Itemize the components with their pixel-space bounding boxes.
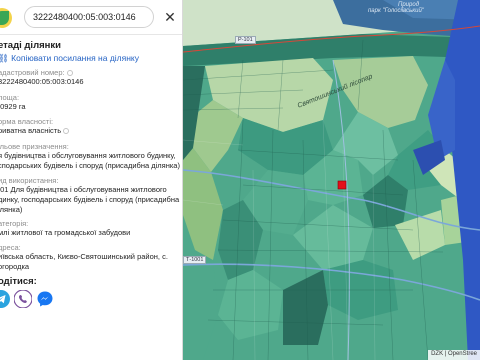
cadastral-number-value: 3222480400:05:003:0146 [0,77,84,86]
usage-label: ид використання: [0,176,59,185]
selected-parcel-marker[interactable] [337,180,347,190]
map-attribution[interactable]: DZK | OpenStree [428,350,480,360]
copy-link-label: Копіювати посилання на ділянку [11,53,139,63]
telegram-share-button[interactable] [0,290,10,308]
search-bar: ✕ [0,0,182,34]
info-icon[interactable] [63,128,70,135]
divider [0,34,182,35]
close-icon[interactable]: ✕ [162,8,178,26]
road-number-badge: Р-101 [235,36,256,44]
cadastral-number-label: адастровий номер: [0,68,73,77]
telegram-icon [0,290,10,308]
purpose-label: ільове призначення: [0,142,69,151]
category-value: млі житлової та громадської забудови [0,228,131,237]
ownership-label: орма власності: [0,117,54,126]
copy-link-button[interactable]: ⛓ Копіювати посилання на ділянку [0,53,139,64]
area-value: .0929 га [0,102,26,111]
link-icon: ⛓ [0,53,11,63]
cadastral-map[interactable]: Святошинський лісопар Природ парк "Голос… [183,0,480,360]
road-number-badge: Т-1001 [183,256,207,264]
share-title: одітися: [0,276,37,287]
ownership-value: риватна власність [0,126,70,137]
messenger-icon [37,291,53,307]
viber-share-button[interactable] [14,290,32,308]
messenger-share-button[interactable] [36,290,54,308]
cadastral-search-input[interactable] [24,6,154,28]
address-value-line-1: иївська область, Києво-Святошинський рай… [0,252,168,261]
usage-value-line-3: ілянка) [0,205,23,214]
usage-value-line-1: .01 Для будівництва і обслуговування жит… [0,185,167,194]
usage-value-line-2: динку, господарських будівель і споруд (… [0,195,180,204]
site-logo-icon[interactable] [0,8,12,28]
panel-title: етаді ділянки [0,40,61,51]
purpose-value-line-2: сподарських будівель і споруд (присадибн… [0,161,180,170]
parcel-details-panel: ✕ етаді ділянки ⛓ Копіювати посилання на… [0,0,183,360]
address-label: дреса: [0,243,21,252]
purpose-value-line-1: я будівництва і обслуговування житлового… [0,151,176,160]
map-canvas[interactable] [183,0,480,360]
viber-icon [14,290,32,308]
category-label: атегорія: [0,219,29,228]
area-label: лоща: [0,93,20,102]
address-value-line-2: огородка [0,262,30,271]
park-label-2: парк "Голосіївський" [368,8,424,14]
info-icon[interactable] [66,70,73,77]
